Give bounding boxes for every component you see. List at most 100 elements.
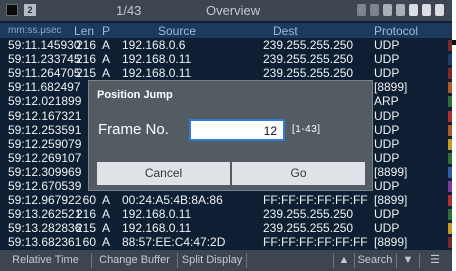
port-cell: A <box>102 38 111 52</box>
source-cell: 192.168.0.11 <box>122 221 192 236</box>
length-cell: 215 <box>75 221 96 236</box>
time-cell: 59:12.021899 <box>8 94 82 109</box>
protocol-cell: [8899] <box>374 164 408 179</box>
protocol-cell: UDP <box>374 221 400 236</box>
row-color-marker <box>448 124 452 136</box>
dest-cell: 239.255.255.250 <box>263 52 354 67</box>
time-cell: 59:11.264705 <box>8 66 81 81</box>
search-button[interactable]: Search <box>354 250 396 271</box>
table-row[interactable]: 59:13.262521 216 A 192.168.0.11 239.255.255.… <box>0 208 452 221</box>
page-indicator: 1/43 <box>116 3 142 18</box>
protocol-cell: UDP <box>374 122 400 137</box>
cancel-button[interactable]: Cancel <box>97 162 230 185</box>
length-cell: 60 <box>82 193 96 208</box>
protocol-cell: UDP <box>374 52 400 67</box>
port-cell: A <box>102 52 111 67</box>
go-button[interactable]: Go <box>232 162 365 185</box>
time-cell: 59:13.682361 <box>8 235 82 250</box>
row-color-marker <box>448 96 452 108</box>
relative-time-button[interactable]: Relative Time <box>0 250 91 271</box>
table-row[interactable]: 59:12.967922 60 A 00:24:A5:4B:8A:86 FF:FF:FF… <box>0 194 452 207</box>
row-color-marker <box>448 223 452 235</box>
length-cell: 216 <box>75 207 96 222</box>
row-color-marker <box>448 209 452 221</box>
row-color-marker <box>448 237 452 249</box>
port-cell: A <box>102 221 111 236</box>
time-cell: 59:11.145930 <box>8 38 81 52</box>
menu-icon[interactable]: ☰ <box>420 250 450 271</box>
source-cell: 192.168.0.6 <box>122 38 186 52</box>
table-header: mm:ss.μsec Len P Source Dest Protocol <box>0 23 452 38</box>
row-color-marker <box>448 181 452 192</box>
protocol-cell: UDP <box>374 66 400 81</box>
port-cell: A <box>102 193 111 208</box>
link-icon <box>383 4 392 16</box>
display-number-icon[interactable]: 2 <box>24 4 36 16</box>
column-header-len[interactable]: Len <box>74 24 94 38</box>
frame-range: [1-43] <box>292 124 321 135</box>
stop-icon[interactable] <box>6 4 18 16</box>
side-connector <box>452 40 456 45</box>
port-cell: A <box>102 235 111 250</box>
column-header-port[interactable]: P <box>102 24 110 38</box>
time-cell: 59:12.167321 <box>8 108 82 123</box>
time-cell: 59:12.967922 <box>8 193 82 208</box>
source-cell: 192.168.0.11 <box>122 66 192 81</box>
page-title: Overview <box>206 3 261 18</box>
dialog-title: Position Jump <box>97 89 173 101</box>
protocol-cell: UDP <box>374 38 400 52</box>
table-row[interactable]: 59:11.233745 216 A 192.168.0.11 239.255.255.… <box>0 53 452 66</box>
protocol-cell: UDP <box>374 207 400 222</box>
frame-number-label: Frame No. <box>98 121 169 138</box>
source-cell: 192.168.0.11 <box>122 207 192 222</box>
time-cell: 59:13.262521 <box>8 207 82 222</box>
row-color-marker <box>448 82 452 94</box>
protocol-cell: UDP <box>374 179 400 193</box>
status-icons <box>357 4 444 16</box>
dest-cell: FF:FF:FF:FF:FF:FF <box>263 193 368 208</box>
column-header-protocol[interactable]: Protocol <box>374 24 418 38</box>
dest-cell: FF:FF:FF:FF:FF:FF <box>263 235 368 250</box>
length-cell: 215 <box>75 66 96 81</box>
column-header-source[interactable]: Source <box>158 24 196 38</box>
column-header-dest[interactable]: Dest <box>273 24 298 38</box>
dest-cell: 239.255.255.250 <box>263 221 354 236</box>
divider <box>246 253 247 268</box>
table-row[interactable]: 59:13.682361 60 A 88:57:EE:C4:47:2D FF:FF:FF… <box>0 236 452 249</box>
length-cell: 216 <box>75 38 96 52</box>
search-down-button[interactable]: ▼ <box>397 250 419 271</box>
protocol-cell: UDP <box>374 108 400 123</box>
search-up-button[interactable]: ▲ <box>334 250 354 271</box>
protocol-cell: UDP <box>374 150 400 165</box>
frame-number-value: 12 <box>263 124 277 138</box>
protocol-cell: ARP <box>374 94 399 109</box>
length-cell: 60 <box>82 235 96 250</box>
time-cell: 59:11.233745 <box>8 52 81 67</box>
time-cell: 59:12.670539 <box>8 179 82 193</box>
split-display-button[interactable]: Split Display <box>178 250 246 271</box>
protocol-cell: UDP <box>374 136 400 151</box>
power-icon <box>435 4 444 16</box>
port-cell: A <box>102 207 111 222</box>
time-cell: 59:11.682497 <box>8 80 81 95</box>
port-cell: A <box>102 66 111 81</box>
protocol-cell: [8899] <box>374 235 408 250</box>
length-cell: 216 <box>75 52 96 67</box>
dest-cell: 239.255.255.250 <box>263 207 354 222</box>
row-color-marker <box>448 68 452 80</box>
time-cell: 59:12.253591 <box>8 122 82 137</box>
title-bar: 2 1/43 Overview <box>0 0 452 21</box>
table-row[interactable]: 59:11.264705 215 A 192.168.0.11 239.255.255.… <box>0 67 452 80</box>
row-color-marker <box>448 152 452 164</box>
change-buffer-button[interactable]: Change Buffer <box>92 250 177 271</box>
wifi-icon <box>370 4 379 16</box>
row-color-marker <box>448 138 452 150</box>
table-row[interactable]: 59:13.282836 215 A 192.168.0.11 239.255.255.… <box>0 222 452 235</box>
column-header-time[interactable]: mm:ss.μsec <box>8 25 62 36</box>
time-cell: 59:12.309969 <box>8 164 82 179</box>
table-row[interactable]: 59:11.145930 216 A 192.168.0.6 239.255.255.2… <box>0 39 452 52</box>
row-color-marker <box>448 166 452 178</box>
frame-number-input[interactable]: 12 <box>189 119 285 141</box>
dest-cell: 239.255.255.250 <box>263 38 354 52</box>
protocol-cell: [8899] <box>374 80 408 95</box>
